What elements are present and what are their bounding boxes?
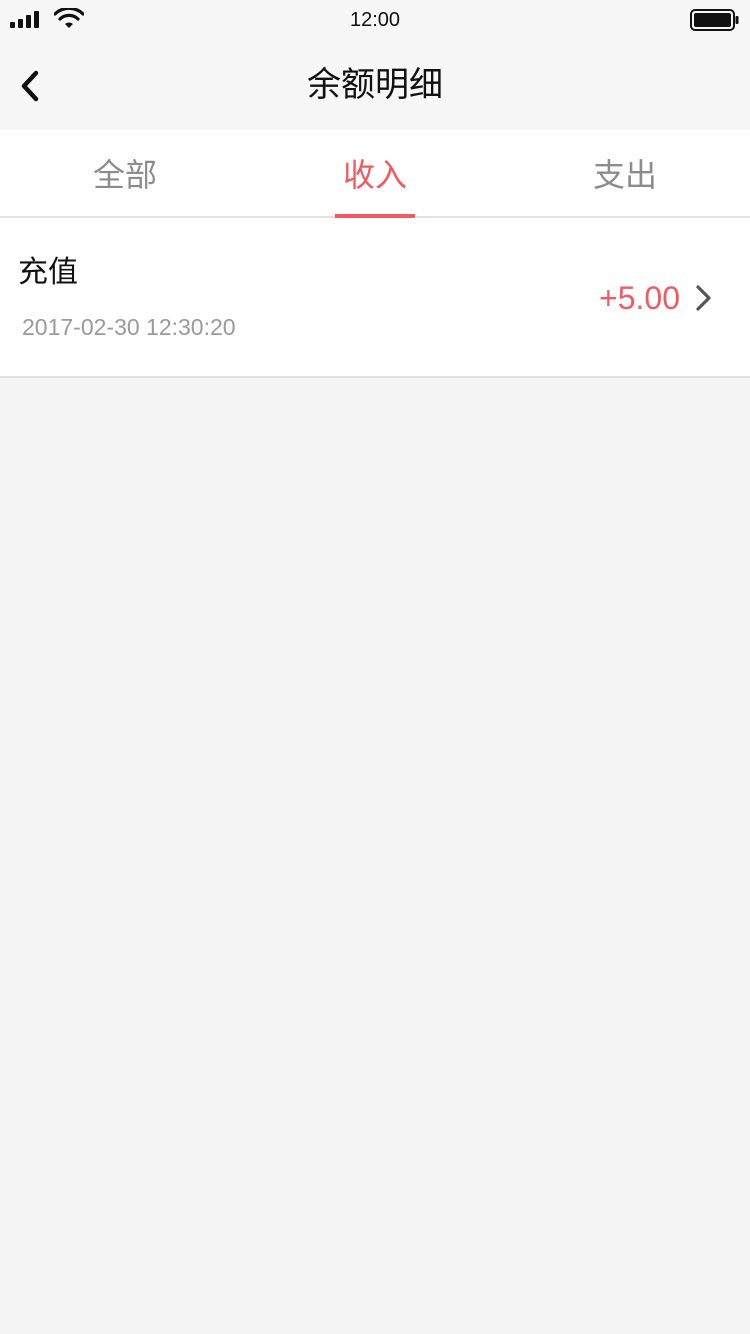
page-title: 余额明细 [307, 65, 443, 105]
list-item[interactable]: 充值 2017-02-30 12:30:20 +5.00 [0, 218, 750, 378]
battery-icon [690, 9, 739, 31]
tab-expense[interactable]: 支出 [500, 130, 750, 216]
status-bar: 12:00 [0, 0, 750, 40]
nav-bar: 余额明细 [0, 40, 750, 130]
chevron-right-icon [696, 285, 711, 311]
record-list: 充值 2017-02-30 12:30:20 +5.00 [0, 218, 750, 378]
record-amount: +5.00 [599, 280, 680, 316]
back-button[interactable] [10, 64, 50, 108]
tab-bar: 全部 收入 支出 [0, 130, 750, 218]
status-time: 12:00 [349, 9, 401, 31]
tab-expense-label: 支出 [592, 156, 657, 194]
record-time: 2017-02-30 12:30:20 [22, 314, 236, 340]
record-title: 充值 [18, 255, 78, 290]
tab-income[interactable]: 收入 [250, 130, 500, 218]
tab-all-label: 全部 [92, 156, 157, 194]
chevron-left-icon [21, 70, 39, 102]
tab-all[interactable]: 全部 [0, 130, 250, 216]
tab-income-label: 收入 [342, 156, 407, 194]
